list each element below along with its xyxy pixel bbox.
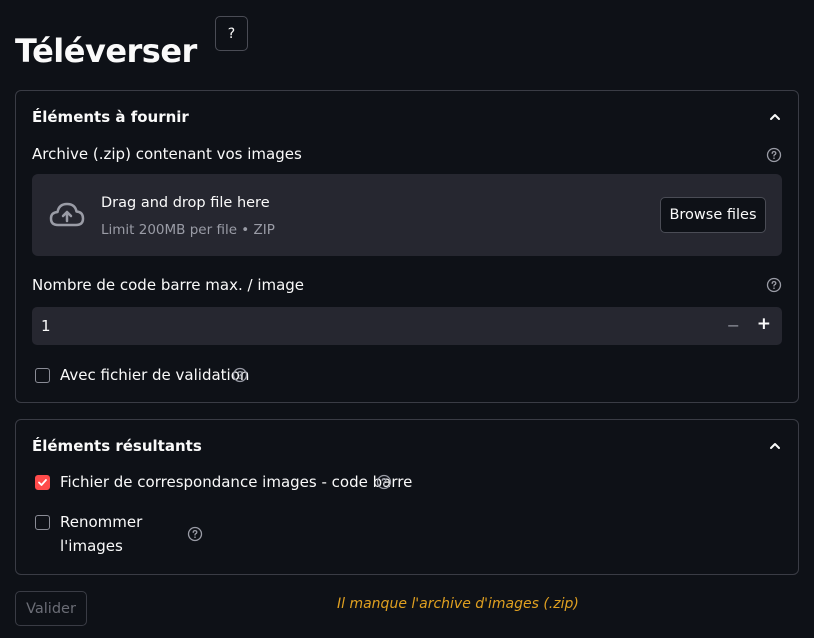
help-button[interactable]: ? bbox=[215, 16, 248, 51]
inputs-section-title: Éléments à fournir bbox=[32, 108, 189, 126]
checkmark-icon bbox=[38, 479, 47, 486]
inputs-expander-header[interactable]: Éléments à fournir bbox=[32, 105, 782, 129]
help-icon[interactable] bbox=[187, 526, 203, 542]
barcode-count-value[interactable]: 1 bbox=[41, 317, 51, 335]
rename-images-label-line1[interactable]: Renommer bbox=[60, 513, 142, 531]
validation-file-checkbox[interactable] bbox=[35, 368, 50, 383]
missing-archive-warning: Il manque l'archive d'images (.zip) bbox=[337, 596, 579, 612]
help-icon[interactable] bbox=[766, 147, 782, 163]
chevron-up-icon[interactable] bbox=[768, 439, 782, 453]
outputs-expander: Éléments résultants Fichier de correspon… bbox=[15, 419, 799, 575]
dropzone-limit-text: Limit 200MB per file • ZIP bbox=[101, 222, 275, 238]
decrement-button[interactable]: − bbox=[727, 316, 740, 335]
mapping-file-checkbox[interactable] bbox=[35, 475, 50, 490]
validate-button[interactable]: Valider bbox=[15, 591, 87, 626]
page-title: Téléverser bbox=[15, 32, 197, 70]
help-icon[interactable] bbox=[232, 367, 248, 383]
rename-images-checkbox[interactable] bbox=[35, 515, 50, 530]
rename-images-label-line2[interactable]: l'images bbox=[60, 537, 123, 555]
inputs-expander: Éléments à fournir Archive (.zip) conten… bbox=[15, 90, 799, 403]
validation-file-label[interactable]: Avec fichier de validation bbox=[60, 366, 249, 384]
increment-button[interactable]: + bbox=[757, 314, 771, 334]
barcode-count-label: Nombre de code barre max. / image bbox=[32, 276, 305, 294]
outputs-expander-header[interactable]: Éléments résultants bbox=[32, 434, 782, 458]
help-icon[interactable] bbox=[376, 474, 392, 490]
outputs-section-title: Éléments résultants bbox=[32, 437, 202, 455]
help-icon[interactable] bbox=[766, 277, 782, 293]
file-dropzone[interactable]: Drag and drop file here Limit 200MB per … bbox=[32, 174, 782, 256]
dropzone-main-text: Drag and drop file here bbox=[101, 195, 270, 211]
barcode-count-input[interactable]: 1 − + bbox=[32, 307, 782, 345]
mapping-file-label[interactable]: Fichier de correspondance images - code … bbox=[60, 473, 412, 491]
upload-page: Téléverser ? Éléments à fournir Archive … bbox=[0, 0, 814, 638]
chevron-up-icon[interactable] bbox=[768, 110, 782, 124]
cloud-upload-icon bbox=[49, 202, 85, 227]
browse-files-button[interactable]: Browse files bbox=[660, 197, 766, 233]
archive-label: Archive (.zip) contenant vos images bbox=[32, 145, 302, 163]
